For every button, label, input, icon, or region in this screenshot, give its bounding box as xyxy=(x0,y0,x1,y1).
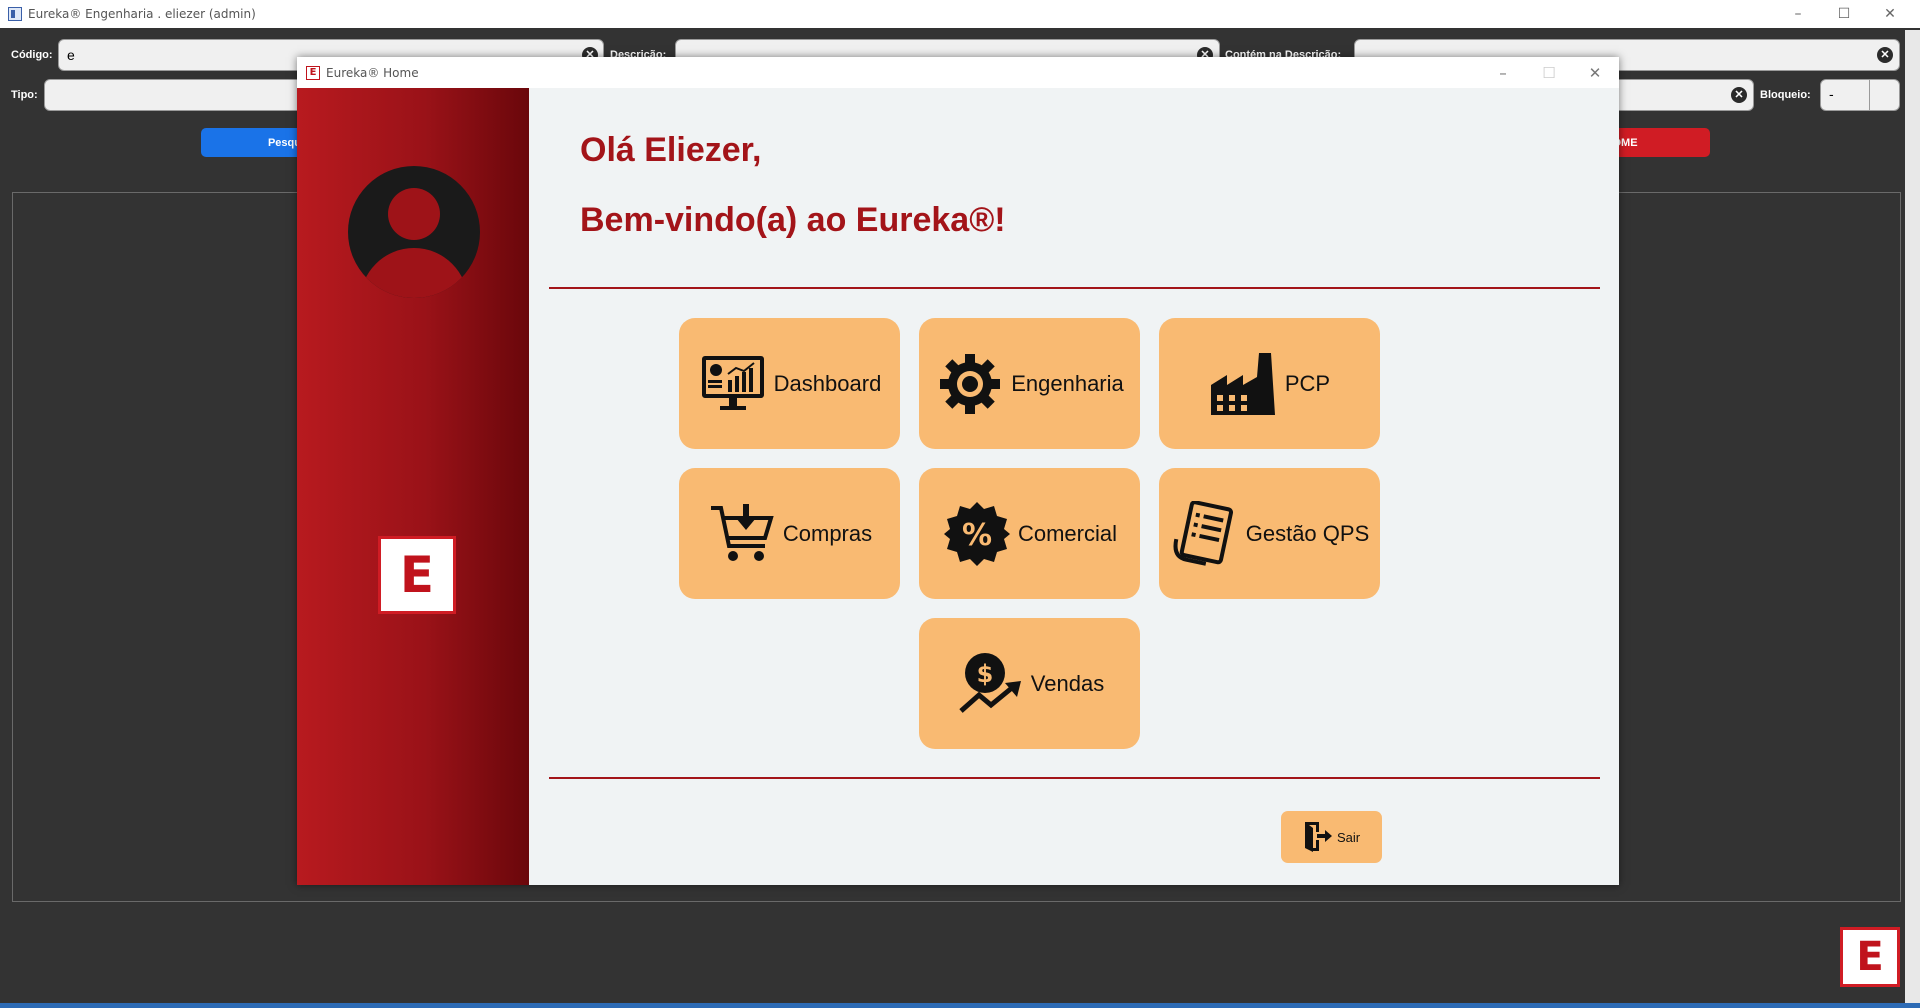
percent-badge-icon: % xyxy=(942,499,1012,569)
money-growth-icon: $ xyxy=(955,649,1025,719)
taskbar-strip xyxy=(0,1003,1920,1008)
bloqueio-label: Bloqueio: xyxy=(1760,89,1811,101)
dialog-maximize-button: ☐ xyxy=(1542,63,1556,82)
main-window-title: Eureka® Engenharia . eliezer (admin) xyxy=(28,7,256,21)
cart-download-icon xyxy=(707,499,777,569)
module-engenharia-button[interactable]: Engenharia xyxy=(919,318,1140,449)
svg-text:$: $ xyxy=(976,660,993,688)
home-sidebar: E xyxy=(297,88,529,885)
home-dialog: E Eureka® Home – ☐ ✕ E Olá Eliezer, Bem-… xyxy=(297,57,1619,885)
user-avatar-icon xyxy=(348,166,480,298)
codigo-label: Código: xyxy=(11,49,53,61)
welcome-message: Bem-vindo(a) ao Eureka®! xyxy=(580,201,1006,239)
dialog-minimize-button[interactable]: – xyxy=(1480,57,1526,88)
module-label: Dashboard xyxy=(773,370,882,396)
bloqueio-select[interactable]: - xyxy=(1820,79,1900,111)
codigo-value: e xyxy=(67,47,75,63)
eureka-logo: E xyxy=(1840,927,1900,987)
clear-contem-icon[interactable]: ✕ xyxy=(1877,47,1893,63)
module-label: Gestão QPS xyxy=(1245,520,1370,546)
greeting-name: Olá Eliezer, xyxy=(580,131,762,169)
exit-door-icon xyxy=(1303,820,1333,855)
svg-text:%: % xyxy=(962,518,992,553)
module-gestao-qps-button[interactable]: Gestão QPS xyxy=(1159,468,1380,599)
maximize-button[interactable]: ☐ xyxy=(1821,0,1867,28)
clear-tipo-icon[interactable]: ✕ xyxy=(1731,87,1747,103)
close-button[interactable]: ✕ xyxy=(1867,0,1913,28)
minimize-button[interactable]: – xyxy=(1775,0,1821,28)
dashboard-monitor-icon xyxy=(698,349,768,419)
app-icon xyxy=(8,7,22,21)
bottom-divider xyxy=(549,777,1600,779)
eureka-title-icon: E xyxy=(306,65,320,80)
document-list-icon xyxy=(1170,499,1240,569)
module-label: PCP xyxy=(1284,370,1331,396)
factory-icon xyxy=(1209,349,1279,419)
module-label: Vendas xyxy=(1030,670,1105,696)
top-divider xyxy=(549,287,1600,289)
exit-label: Sair xyxy=(1336,829,1361,845)
vertical-scrollbar[interactable] xyxy=(1905,30,1920,1003)
module-label: Compras xyxy=(782,520,873,546)
home-main-area: Olá Eliezer, Bem-vindo(a) ao Eureka®! Da… xyxy=(529,88,1619,885)
module-label: Engenharia xyxy=(1011,370,1124,396)
home-dialog-title: Eureka® Home xyxy=(326,65,419,80)
exit-button[interactable]: Sair xyxy=(1281,811,1382,863)
gear-icon xyxy=(935,349,1005,419)
module-comercial-button[interactable]: % Comercial xyxy=(919,468,1140,599)
home-titlebar: E Eureka® Home – ☐ ✕ xyxy=(297,57,1619,88)
module-pcp-button[interactable]: PCP xyxy=(1159,318,1380,449)
tipo-label: Tipo: xyxy=(11,89,38,101)
sidebar-eureka-logo: E xyxy=(378,536,456,614)
bloqueio-value: - xyxy=(1829,86,1834,102)
dialog-close-button[interactable]: ✕ xyxy=(1572,57,1618,88)
module-compras-button[interactable]: Compras xyxy=(679,468,900,599)
select-divider xyxy=(1869,80,1870,110)
main-titlebar: Eureka® Engenharia . eliezer (admin) – ☐… xyxy=(0,0,1920,28)
module-dashboard-button[interactable]: Dashboard xyxy=(679,318,900,449)
module-vendas-button[interactable]: $ Vendas xyxy=(919,618,1140,749)
module-label: Comercial xyxy=(1017,520,1118,546)
